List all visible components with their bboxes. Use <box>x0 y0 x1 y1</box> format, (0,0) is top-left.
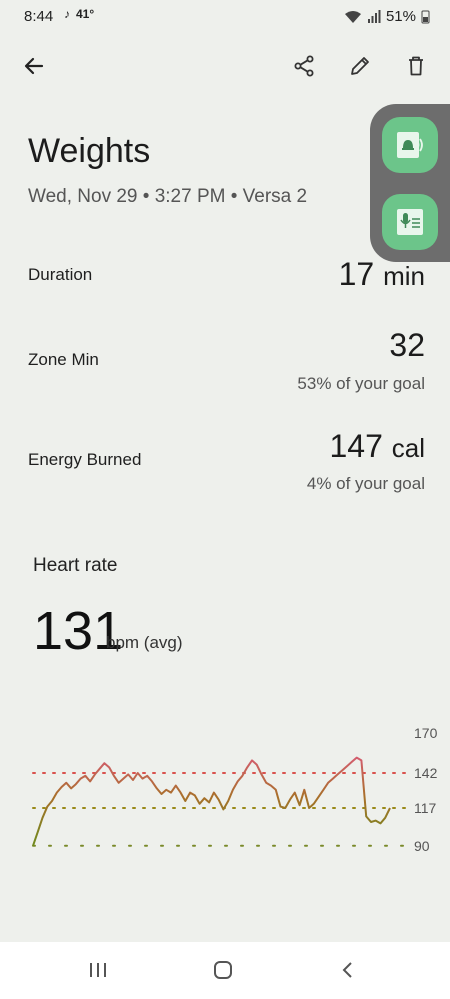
status-temperature: 41° <box>76 7 95 21</box>
battery-percent: 51% <box>385 8 416 25</box>
energy-number: 147 <box>329 428 383 464</box>
share-icon <box>294 55 314 77</box>
energy-label: Energy Burned <box>28 450 142 469</box>
bell-voice-icon <box>397 132 423 158</box>
energy-goal: 4% of your goal <box>306 474 425 493</box>
recent-apps-button[interactable] <box>78 952 118 988</box>
duration-unit: min <box>383 261 425 291</box>
back-nav-button[interactable] <box>328 952 368 988</box>
y-tick-label: 117 <box>414 800 437 816</box>
y-tick-label: 90 <box>414 838 430 854</box>
toolbar <box>0 44 450 92</box>
chevron-left-icon <box>342 962 352 978</box>
y-tick-label: 142 <box>414 765 438 781</box>
pencil-icon <box>351 57 369 75</box>
activity-subtitle: Wed, Nov 29 • 3:27 PM • Versa 2 <box>28 186 308 207</box>
zone-min-label: Zone Min <box>28 350 99 369</box>
voice-to-text-button[interactable] <box>382 194 438 250</box>
tiktok-icon: ♪ <box>64 7 70 21</box>
duration-number: 17 <box>338 256 375 292</box>
floating-assistant-panel <box>370 104 450 262</box>
wifi-icon <box>344 10 361 23</box>
duration-value: 17 min <box>339 256 425 293</box>
microphone-document-icon <box>397 209 423 235</box>
heart-rate-unit: bpm (avg) <box>106 633 183 652</box>
energy-value: 147 cal <box>329 428 425 465</box>
share-button[interactable] <box>284 46 324 86</box>
trash-icon <box>409 56 423 76</box>
energy-unit: cal <box>391 433 425 463</box>
duration-label: Duration <box>28 265 93 284</box>
system-nav-bar <box>0 942 450 999</box>
heart-rate-chart: 170 142 117 90 <box>32 725 438 854</box>
home-button[interactable] <box>203 952 243 988</box>
heart-rate-title: Heart rate <box>33 555 118 576</box>
edit-button[interactable] <box>340 46 380 86</box>
y-tick-label: 170 <box>414 725 438 741</box>
zone-min-value: 32 <box>389 327 425 363</box>
delete-button[interactable] <box>396 46 436 86</box>
heart-rate-series-line <box>32 756 391 847</box>
status-time: 8:44 <box>24 8 54 25</box>
status-bar: 8:44 ♪ 41° 51% <box>0 0 450 34</box>
voice-alert-button[interactable] <box>382 117 438 173</box>
recent-apps-icon <box>90 963 106 977</box>
arrow-left-icon <box>24 57 44 75</box>
battery-icon <box>421 10 430 23</box>
home-icon <box>214 961 232 979</box>
zone-min-goal: 53% of your goal <box>297 374 425 393</box>
back-button[interactable] <box>14 46 54 86</box>
activity-title: Weights <box>28 132 151 170</box>
signal-icon <box>367 9 381 23</box>
